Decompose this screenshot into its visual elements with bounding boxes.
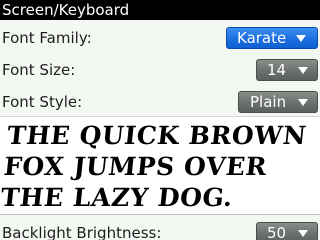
screen-keyboard-options: Screen/Keyboard Font Family: Karate Font… xyxy=(0,0,320,240)
font-size-value: 14 xyxy=(267,61,287,79)
backlight-brightness-label: Backlight Brightness: xyxy=(2,224,162,240)
page-title: Screen/Keyboard xyxy=(0,0,320,20)
font-size-row: Font Size: 14 xyxy=(0,54,320,86)
font-preview: The quick brown fox jumps over the lazy … xyxy=(0,116,320,215)
font-size-dropdown[interactable]: 14 xyxy=(256,59,318,81)
chevron-down-icon xyxy=(298,230,308,237)
backlight-brightness-row: Backlight Brightness: 50 xyxy=(0,217,320,240)
font-size-label: Font Size: xyxy=(2,61,76,79)
font-style-dropdown[interactable]: Plain xyxy=(238,91,318,113)
chevron-down-icon xyxy=(298,99,308,106)
font-family-value: Karate xyxy=(237,29,287,47)
font-family-dropdown[interactable]: Karate xyxy=(226,27,318,49)
font-style-value: Plain xyxy=(250,93,287,111)
backlight-brightness-value: 50 xyxy=(267,224,287,240)
font-style-row: Font Style: Plain xyxy=(0,86,320,118)
font-preview-text: The quick brown fox jumps over the lazy … xyxy=(0,121,308,212)
backlight-brightness-dropdown[interactable]: 50 xyxy=(256,222,318,240)
font-style-label: Font Style: xyxy=(2,93,83,111)
font-family-row: Font Family: Karate xyxy=(0,22,320,54)
font-family-label: Font Family: xyxy=(2,29,92,47)
chevron-down-icon xyxy=(298,67,308,74)
chevron-down-icon xyxy=(296,35,306,42)
